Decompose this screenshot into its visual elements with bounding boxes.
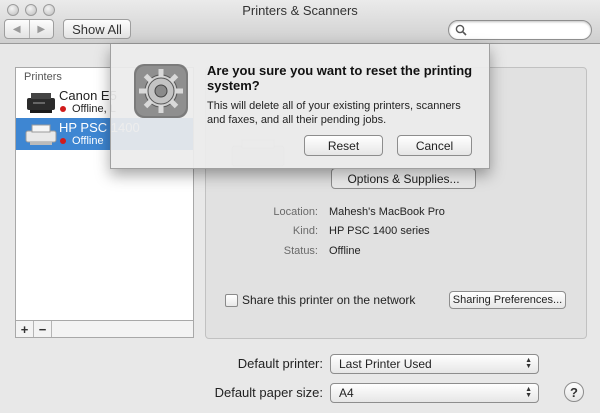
offline-status-icon bbox=[60, 106, 66, 112]
help-button[interactable]: ? bbox=[564, 382, 584, 402]
cancel-button[interactable]: Cancel bbox=[397, 135, 472, 156]
status-label: Status: bbox=[283, 245, 318, 257]
share-printer-label: Share this printer on the network bbox=[242, 293, 416, 307]
default-printer-value: Last Printer Used bbox=[339, 357, 432, 371]
dialog-message: This will delete all of your existing pr… bbox=[207, 100, 461, 126]
reset-button[interactable]: Reset bbox=[304, 135, 383, 156]
printer-icon bbox=[27, 93, 55, 113]
window-title: Printers & Scanners bbox=[242, 3, 358, 18]
printers-list-controls: + − bbox=[15, 321, 194, 338]
dialog-title: Are you sure you want to reset the print… bbox=[207, 63, 473, 93]
add-printer-button[interactable]: + bbox=[16, 321, 34, 337]
forward-arrow-icon[interactable]: ▶ bbox=[28, 20, 54, 38]
show-all-button[interactable]: Show All bbox=[63, 19, 131, 39]
back-forward-control: ◀ ▶ bbox=[4, 19, 54, 39]
location-value: Mahesh's MacBook Pro bbox=[329, 206, 445, 218]
back-arrow-icon[interactable]: ◀ bbox=[5, 20, 29, 38]
kind-value: HP PSC 1400 series bbox=[329, 225, 430, 237]
default-printer-select[interactable]: Last Printer Used ▲ ▼ bbox=[330, 354, 539, 374]
default-printer-label: Default printer: bbox=[237, 356, 323, 371]
default-paper-size-select[interactable]: A4 ▲ ▼ bbox=[330, 383, 539, 403]
popup-arrows-icon: ▲ ▼ bbox=[525, 357, 532, 370]
window-toolbar: Printers & Scanners ◀ ▶ Show All bbox=[0, 0, 600, 44]
default-paper-size-label: Default paper size: bbox=[214, 385, 323, 400]
sharing-preferences-button[interactable]: Sharing Preferences... bbox=[449, 291, 566, 309]
popup-arrows-icon: ▲ ▼ bbox=[525, 386, 532, 399]
printer-name: Canon E5 bbox=[59, 88, 117, 103]
remove-printer-button[interactable]: − bbox=[34, 321, 52, 337]
share-printer-checkbox[interactable] bbox=[225, 294, 238, 307]
printers-list-header: Printers bbox=[24, 71, 62, 83]
system-preferences-gear-icon bbox=[134, 64, 188, 118]
location-label: Location: bbox=[273, 206, 318, 218]
status-value: Offline bbox=[329, 245, 361, 257]
reset-confirmation-dialog: Are you sure you want to reset the print… bbox=[110, 44, 490, 169]
search-icon bbox=[455, 24, 467, 36]
kind-label: Kind: bbox=[292, 225, 318, 237]
default-paper-size-value: A4 bbox=[339, 386, 354, 400]
offline-status-icon bbox=[60, 138, 66, 144]
options-supplies-button[interactable]: Options & Supplies... bbox=[331, 168, 476, 189]
printer-status: Offline bbox=[72, 135, 104, 147]
search-input[interactable] bbox=[448, 20, 592, 40]
printer-icon bbox=[25, 124, 57, 145]
